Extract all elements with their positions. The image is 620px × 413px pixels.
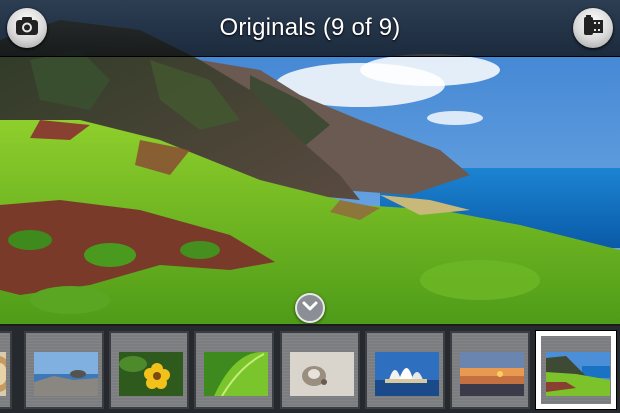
- thumbnail-opera-house[interactable]: [365, 331, 445, 409]
- thumbnail-image: [34, 352, 98, 396]
- thumbnail-coastal-cliffs[interactable]: [536, 331, 616, 409]
- filmstrip[interactable]: [0, 324, 620, 413]
- thumbnail-image: [290, 352, 354, 396]
- thumbnail-shell[interactable]: [0, 331, 12, 409]
- film-roll-button[interactable]: [573, 8, 613, 48]
- thumbnail-green-leaf[interactable]: [194, 331, 274, 409]
- thumbnail-coastal-rocks[interactable]: [24, 331, 104, 409]
- photo-viewer: Originals (9 of 9): [0, 0, 620, 413]
- collapse-filmstrip-button[interactable]: [295, 293, 325, 323]
- thumbnail-image: [204, 352, 268, 396]
- thumbnail-image: [546, 352, 610, 396]
- film-roll-icon: [581, 14, 605, 43]
- chevron-down-icon: [302, 299, 318, 317]
- thumbnail-image: [375, 352, 439, 396]
- thumbnail-yellow-flower[interactable]: [109, 331, 189, 409]
- thumbnail-image: [0, 352, 6, 396]
- thumbnail-hermit-crab[interactable]: [280, 331, 360, 409]
- thumbnail-image: [119, 352, 183, 396]
- thumbnail-sunset-beach[interactable]: [450, 331, 530, 409]
- thumbnail-image: [460, 352, 524, 396]
- top-bar: Originals (9 of 9): [0, 0, 620, 57]
- page-title: Originals (9 of 9): [219, 14, 401, 41]
